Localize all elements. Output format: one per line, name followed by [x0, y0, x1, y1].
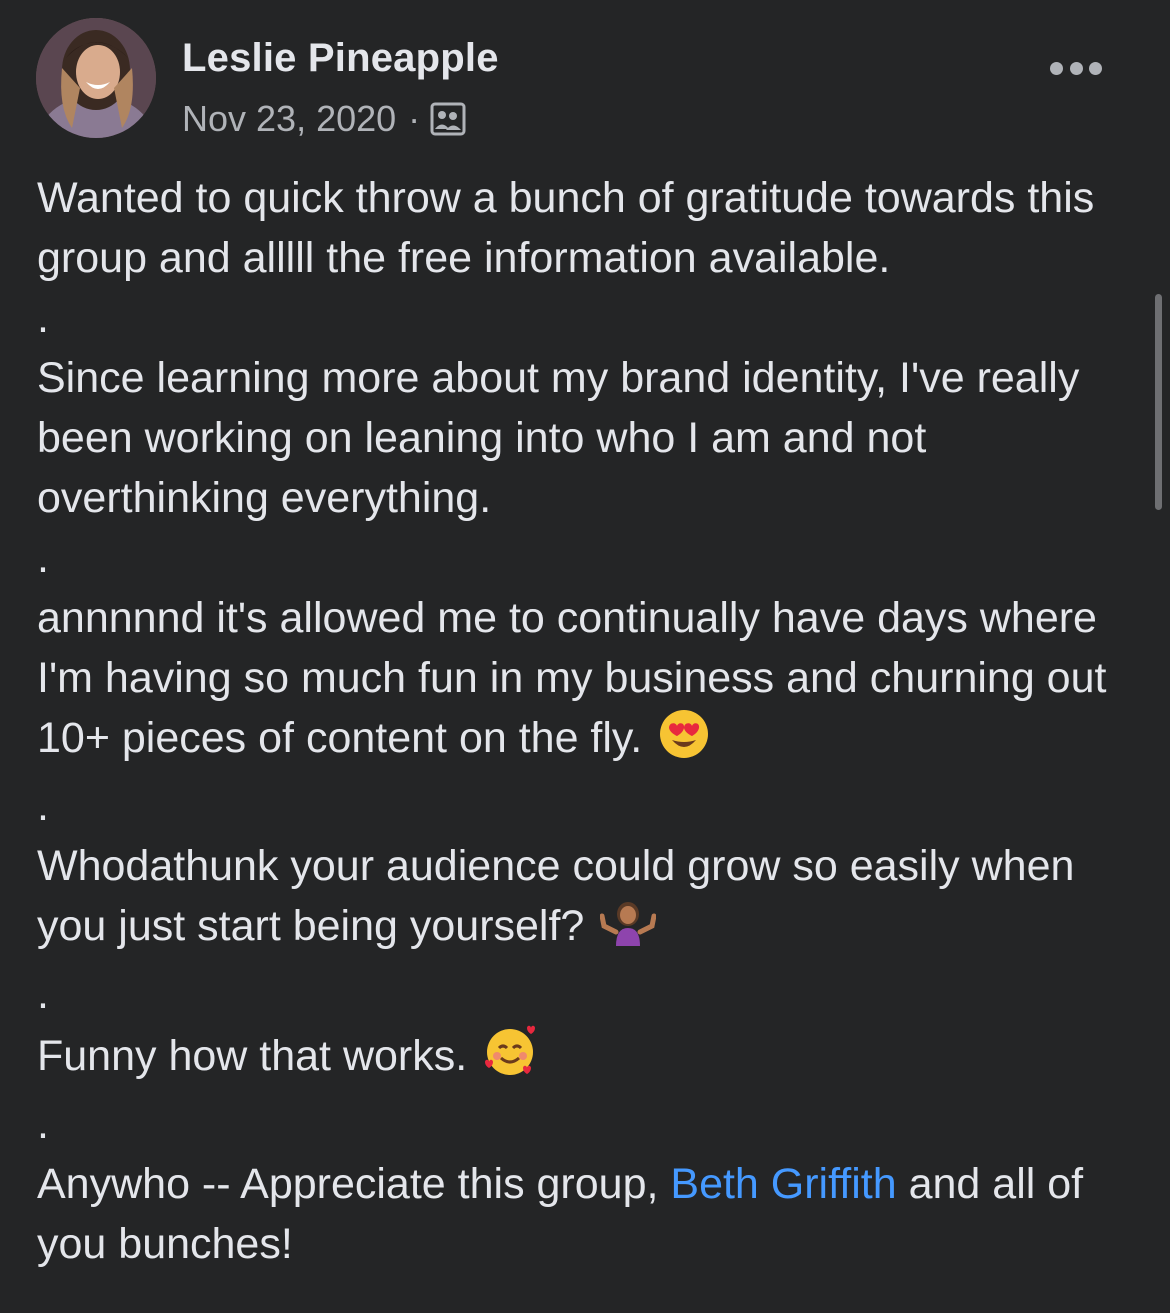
paragraph-text: Funny how that works.: [37, 1032, 468, 1080]
post-card: Leslie Pineapple Nov 23, 2020 · Wanted t…: [0, 0, 1170, 1313]
post-body: Wanted to quick throw a bunch of gratitu…: [37, 168, 1137, 1274]
post-paragraph: Funny how that works.: [37, 1024, 1137, 1094]
shrugging-woman-emoji: [599, 896, 657, 964]
smiling-face-with-hearts-emoji: [483, 1024, 539, 1094]
more-options-dot: [1050, 61, 1063, 75]
meta-separator: ·: [408, 98, 421, 139]
author-name[interactable]: Leslie Pineapple: [182, 36, 499, 81]
more-options-dot: [1069, 61, 1083, 75]
group-members-icon: [430, 101, 466, 137]
paragraph-separator: .: [37, 534, 49, 582]
post-paragraph: Anywho -- Appreciate this group, Beth Gr…: [37, 1154, 1137, 1274]
paragraph-separator: .: [37, 970, 49, 1018]
post-paragraph: Wanted to quick throw a bunch of gratitu…: [37, 174, 1095, 282]
author-avatar[interactable]: [36, 18, 156, 138]
heart-eyes-emoji: [658, 708, 710, 776]
paragraph-text: Whodathunk your audience could grow so e…: [37, 842, 1075, 950]
avatar-photo: [36, 18, 156, 138]
more-options-button[interactable]: [1050, 58, 1102, 78]
more-options-dot: [1089, 61, 1102, 75]
paragraph-separator: .: [37, 1100, 49, 1148]
post-paragraph: Since learning more about my brand ident…: [37, 354, 1080, 522]
post-paragraph: annnnnd it's allowed me to continually h…: [37, 588, 1137, 776]
paragraph-text: Anywho -- Appreciate this group,: [37, 1160, 671, 1208]
mention-link[interactable]: Beth Griffith: [670, 1160, 896, 1208]
post-date[interactable]: Nov 23, 2020: [182, 98, 396, 140]
paragraph-separator: .: [37, 782, 49, 830]
paragraph-separator: .: [37, 294, 49, 342]
post-paragraph: Whodathunk your audience could grow so e…: [37, 836, 1137, 964]
paragraph-text: annnnnd it's allowed me to continually h…: [37, 594, 1107, 762]
post-header: Leslie Pineapple Nov 23, 2020 ·: [36, 18, 1136, 140]
post-meta: Nov 23, 2020 ·: [182, 98, 466, 140]
scrollbar-thumb[interactable]: [1155, 294, 1162, 510]
